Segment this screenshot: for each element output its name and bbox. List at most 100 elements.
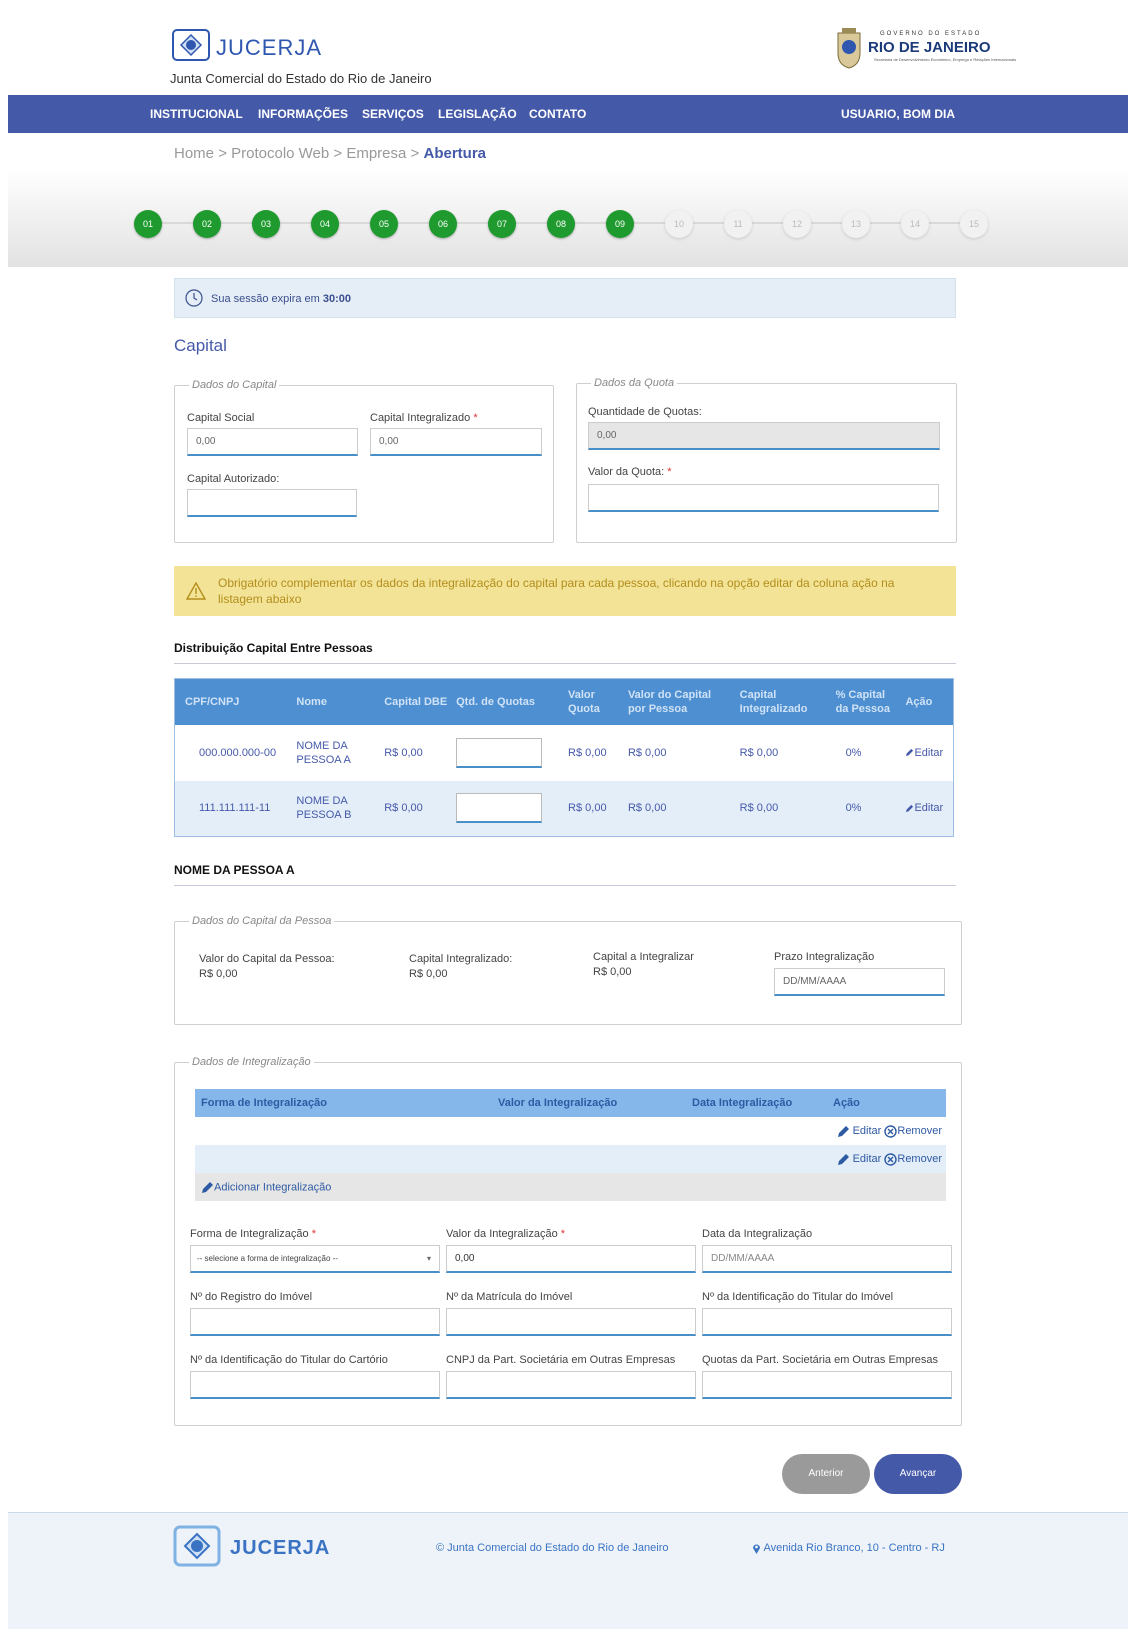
qtd-quotas-input[interactable] xyxy=(456,737,543,768)
nav-servicos[interactable]: SERVIÇOS xyxy=(362,107,424,121)
step-03[interactable]: 03 xyxy=(252,210,280,238)
warning-text: Obrigatório complementar os dados da int… xyxy=(218,576,895,606)
qtd-quotas-input[interactable] xyxy=(456,793,543,824)
capital-a-integralizar-value: R$ 0,00 xyxy=(593,966,632,978)
distribuicao-divider xyxy=(174,663,956,664)
edit-link[interactable]: Editar xyxy=(837,1153,881,1165)
cell-qtd-quotas xyxy=(452,725,564,781)
nav-legislacao[interactable]: LEGISLAÇÃO xyxy=(438,107,517,121)
breadcrumb-home[interactable]: Home xyxy=(174,145,214,162)
footer-address[interactable]: Avenida Rio Branco, 10 - Centro - RJ xyxy=(752,1542,945,1554)
breadcrumb-empresa[interactable]: Empresa xyxy=(346,145,406,162)
edit-link[interactable]: Editar xyxy=(905,802,943,814)
row-actions: Editar Remover xyxy=(827,1117,946,1145)
dados-quota-legend: Dados da Quota xyxy=(594,377,675,389)
cell-acao: Editar xyxy=(901,780,954,837)
step-11[interactable]: 11 xyxy=(724,210,752,238)
data-integralizacao-label: Data da Integralização xyxy=(702,1228,813,1240)
matricula-imovel-input[interactable] xyxy=(446,1308,696,1336)
valor-quota-input[interactable] xyxy=(588,484,939,512)
header: JUCERJA Junta Comercial do Estado do Rio… xyxy=(8,9,1128,95)
nav-institucional[interactable]: INSTITUCIONAL xyxy=(150,107,243,121)
session-text: Sua sessão expira em 30:00 xyxy=(211,293,352,305)
cell-percent: 0% xyxy=(831,780,902,837)
main-nav: INSTITUCIONAL INFORMAÇÕES SERVIÇOS LEGIS… xyxy=(8,95,1128,133)
pencil-icon xyxy=(837,1125,849,1137)
jucerja-logo-icon xyxy=(172,29,210,61)
titular-cartorio-label: Nº da Identificação do Titular do Cartór… xyxy=(190,1354,388,1366)
step-02[interactable]: 02 xyxy=(193,210,221,238)
footer-copyright: © Junta Comercial do Estado do Rio de Ja… xyxy=(436,1542,669,1554)
cell-integralizado: R$ 0,00 xyxy=(735,780,832,837)
step-06[interactable]: 06 xyxy=(429,210,457,238)
breadcrumb-current: Abertura xyxy=(423,145,486,162)
step-08[interactable]: 08 xyxy=(547,210,575,238)
quotas-part-input[interactable] xyxy=(702,1371,952,1399)
step-04[interactable]: 04 xyxy=(311,210,339,238)
dados-capital-legend: Dados do Capital xyxy=(192,379,277,391)
step-09[interactable]: 09 xyxy=(606,210,634,238)
session-time: 30:00 xyxy=(322,293,352,305)
caret-down-icon: ▾ xyxy=(426,1254,431,1263)
step-05[interactable]: 05 xyxy=(370,210,398,238)
user-greeting[interactable]: USUARIO, BOM DIA xyxy=(841,107,955,121)
capital-integralizado-pessoa: Capital Integralizado: R$ 0,00 xyxy=(409,953,513,980)
step-01[interactable]: 01 xyxy=(134,210,162,238)
table-row: Editar Remover xyxy=(195,1117,946,1145)
session-banner: Sua sessão expira em 30:00 xyxy=(174,278,956,318)
add-integralizacao-link[interactable]: Adicionar Integralização xyxy=(195,1173,946,1201)
step-10[interactable]: 10 xyxy=(665,210,693,238)
anterior-button[interactable]: Anterior xyxy=(782,1454,870,1494)
step-15[interactable]: 15 xyxy=(960,210,988,238)
breadcrumb-protocolo[interactable]: Protocolo Web xyxy=(231,145,329,162)
cell-capital-dbe: R$ 0,00 xyxy=(384,746,423,759)
matricula-imovel-label: Nº da Matrícula do Imóvel xyxy=(446,1291,573,1303)
cnpj-part-input[interactable] xyxy=(446,1371,696,1399)
capital-autorizado-input[interactable] xyxy=(187,489,357,517)
col-valor: Valor da Integralização xyxy=(492,1089,686,1117)
progress-steps: 01 02 03 04 05 06 07 08 09 10 11 12 13 14 15 xyxy=(8,169,1128,267)
footer: JUCERJA © Junta Comercial do Estado do R… xyxy=(8,1512,1128,1629)
valor-integralizacao-input[interactable]: 0,00 xyxy=(446,1245,696,1273)
integralizacao-table: Forma de Integralização Valor da Integra… xyxy=(195,1089,946,1201)
avancar-button[interactable]: Avançar xyxy=(874,1454,962,1494)
clock-icon xyxy=(185,289,203,307)
remove-link[interactable]: Remover xyxy=(884,1124,942,1138)
titular-imovel-input[interactable] xyxy=(702,1308,952,1336)
cell-percent: 0% xyxy=(845,746,862,759)
edit-link[interactable]: Editar xyxy=(837,1125,881,1137)
forma-integralizacao-label: Forma de Integralização * xyxy=(190,1228,316,1240)
cell-cpf: 111.111.111-11 xyxy=(174,780,293,837)
step-13[interactable]: 13 xyxy=(842,210,870,238)
cell-capital-dbe: R$ 0,00 xyxy=(380,780,453,837)
cell-cpf: 000.000.000-00 xyxy=(199,746,277,759)
step-07[interactable]: 07 xyxy=(488,210,516,238)
capital-integralizado-input[interactable]: 0,00 xyxy=(370,428,542,456)
registro-imovel-input[interactable] xyxy=(190,1308,440,1336)
cell-qtd-quotas xyxy=(452,780,565,837)
edit-link[interactable]: Editar xyxy=(905,747,943,759)
dados-capital-pessoa-legend: Dados do Capital da Pessoa xyxy=(192,915,332,927)
step-14[interactable]: 14 xyxy=(901,210,929,238)
forma-integralizacao-select[interactable]: -- selecione a forma de integralização -… xyxy=(190,1245,440,1273)
titular-imovel-label: Nº da Identificação do Titular do Imóvel xyxy=(702,1291,894,1303)
nav-contato[interactable]: CONTATO xyxy=(529,107,586,121)
rio-de-janeiro-logo[interactable]: GOVERNO DO ESTADO RIO DE JANEIRO Secreta… xyxy=(834,27,1016,69)
footer-brand: JUCERJA xyxy=(230,1537,331,1559)
nav-informacoes[interactable]: INFORMAÇÕES xyxy=(258,107,348,121)
titular-cartorio-input[interactable] xyxy=(190,1371,440,1399)
capital-social-label: Capital Social xyxy=(187,412,255,424)
valor-integralizacao-label: Valor da Integralização * xyxy=(446,1228,566,1240)
state-seal-icon xyxy=(837,28,861,69)
col-qtd-quotas: Qtd. de Quotas xyxy=(452,678,565,725)
jucerja-footer-logo-icon[interactable] xyxy=(173,1525,221,1567)
remove-link[interactable]: Remover xyxy=(884,1152,942,1166)
cell-valor-quota: R$ 0,00 xyxy=(568,746,607,759)
step-12[interactable]: 12 xyxy=(783,210,811,238)
row-actions: Editar Remover xyxy=(827,1145,946,1173)
data-integralizacao-input[interactable]: DD/MM/AAAA xyxy=(702,1245,952,1273)
col-forma: Forma de Integralização xyxy=(195,1089,492,1117)
prazo-integralizacao-input[interactable]: DD/MM/AAAA xyxy=(774,968,945,996)
capital-social-input[interactable]: 0,00 xyxy=(187,428,358,456)
capital-integralizado-pessoa-value: R$ 0,00 xyxy=(409,968,448,980)
